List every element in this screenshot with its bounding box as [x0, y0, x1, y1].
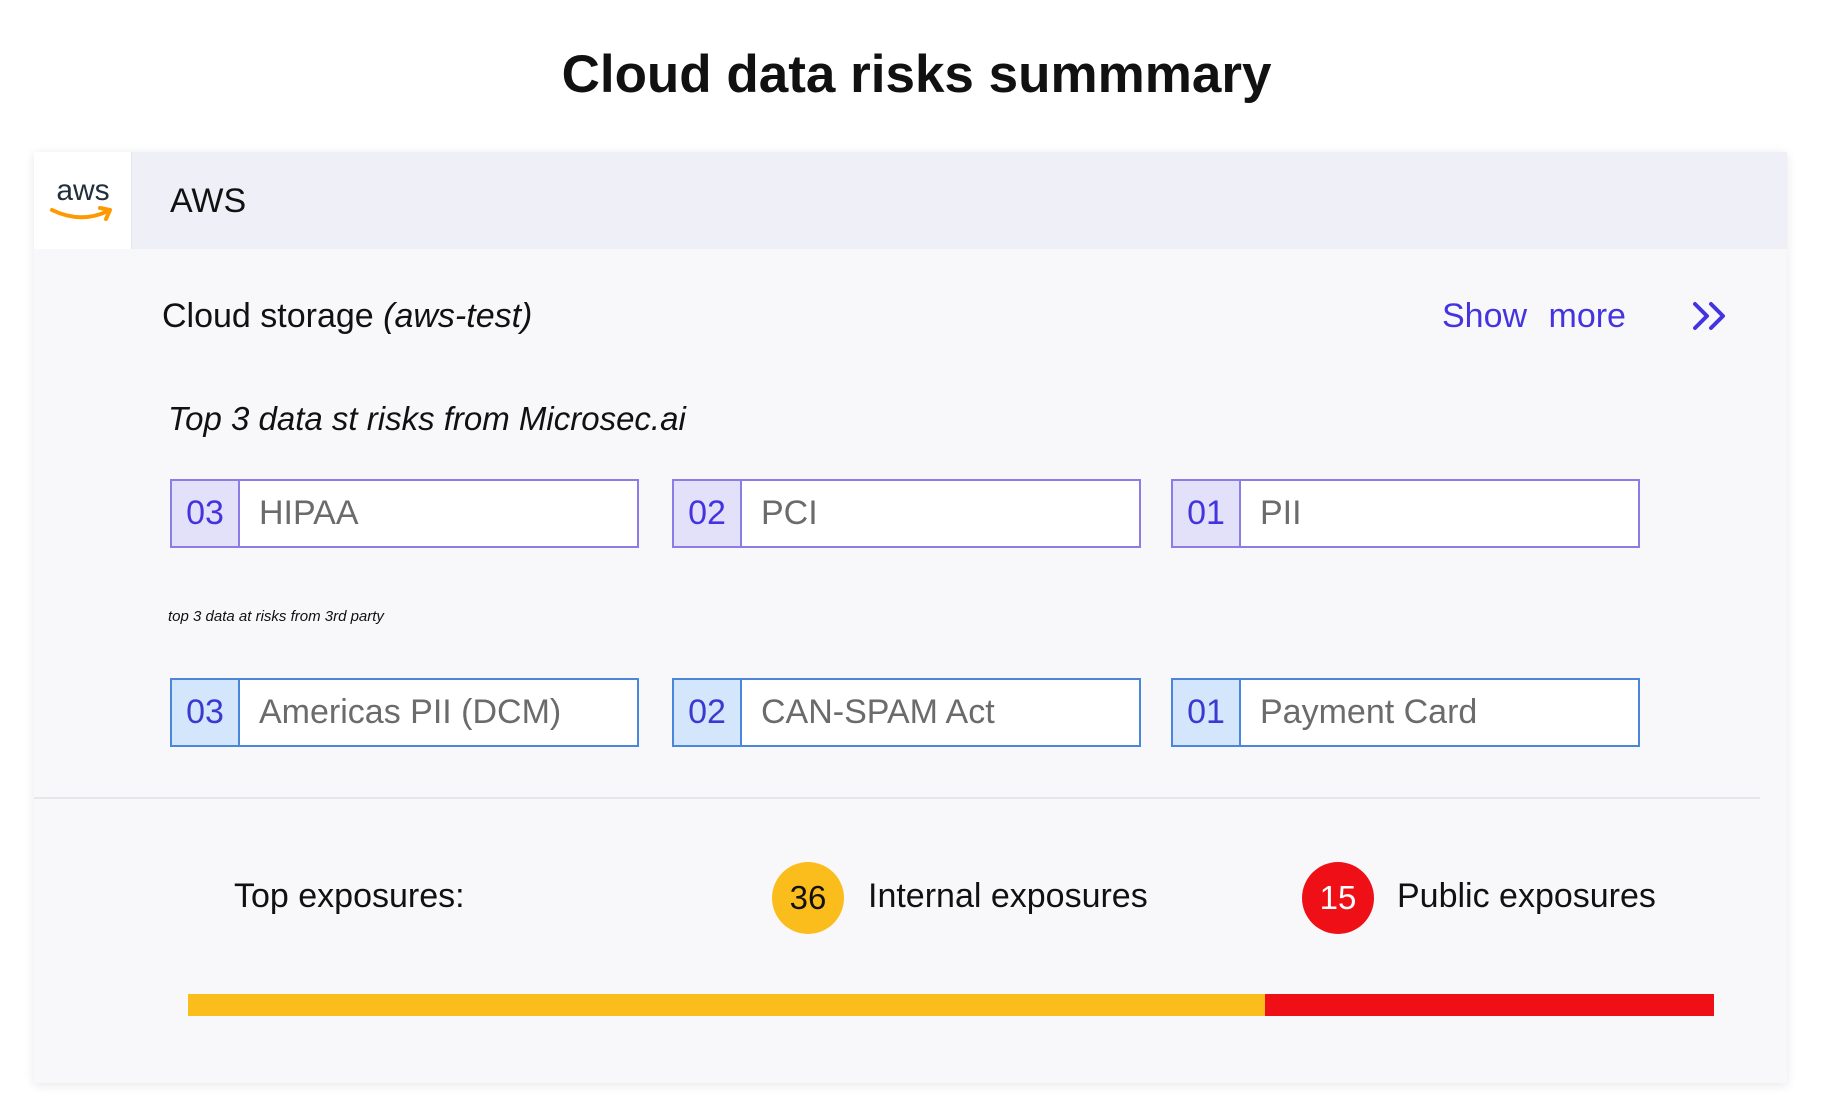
risk-label: CAN-SPAM Act: [761, 693, 995, 731]
aws-logo: aws: [34, 152, 132, 249]
public-exposures-label: Public exposures: [1397, 877, 1656, 915]
risk-rank: 03: [172, 680, 240, 745]
internal-exposure-segment: [188, 994, 1266, 1016]
public-exposure-segment: [1265, 994, 1714, 1016]
internal-exposures-label: Internal exposures: [868, 877, 1148, 915]
risk-rank: 01: [1173, 481, 1241, 546]
risk-tag-pci[interactable]: 02 PCI: [672, 479, 1141, 548]
risk-rank: 03: [172, 481, 240, 546]
page-title: Cloud data risks summmary: [561, 45, 1272, 104]
risk-label: HIPAA: [259, 494, 359, 532]
risk-tag-americas-pii[interactable]: 03 Americas PII (DCM): [170, 678, 639, 747]
third-party-risks-heading: top 3 data at risks from 3rd party: [168, 608, 384, 625]
risk-tag-payment-card[interactable]: 01 Payment Card: [1171, 678, 1640, 747]
risk-tag-hipaa[interactable]: 03 HIPAA: [170, 479, 639, 548]
aws-logo-text: aws: [56, 174, 110, 207]
public-exposures-count-badge: 15: [1302, 862, 1374, 934]
double-chevron-right-icon[interactable]: [1689, 296, 1733, 336]
microsec-risks-heading: Top 3 data st risks from Microsec.ai: [168, 400, 686, 437]
risk-label: Americas PII (DCM): [259, 693, 562, 731]
risk-rank: 02: [674, 481, 742, 546]
risk-label: PII: [1260, 494, 1302, 532]
exposure-distribution-bar: [188, 994, 1714, 1016]
internal-exposures-count-badge: 36: [772, 862, 844, 934]
risk-rank: 02: [674, 680, 742, 745]
card-header: aws AWS: [34, 152, 1787, 249]
risk-label: PCI: [761, 494, 818, 532]
cloud-provider-card: aws AWS Cloud storage (aws-test) Show mo…: [34, 152, 1787, 1083]
risk-tag-can-spam[interactable]: 02 CAN-SPAM Act: [672, 678, 1141, 747]
risk-rank: 01: [1173, 680, 1241, 745]
aws-smile-icon: [50, 206, 112, 221]
risk-label: Payment Card: [1260, 693, 1478, 731]
storage-title: Cloud storage (aws-test): [162, 297, 532, 336]
storage-account: (aws-test): [383, 297, 533, 335]
show-more-link[interactable]: Show more: [1442, 297, 1626, 336]
top-exposures-label: Top exposures:: [234, 877, 465, 915]
storage-title-text: Cloud storage: [162, 297, 374, 335]
provider-name: AWS: [170, 182, 247, 220]
section-divider: [34, 797, 1760, 799]
risk-tag-pii[interactable]: 01 PII: [1171, 479, 1640, 548]
